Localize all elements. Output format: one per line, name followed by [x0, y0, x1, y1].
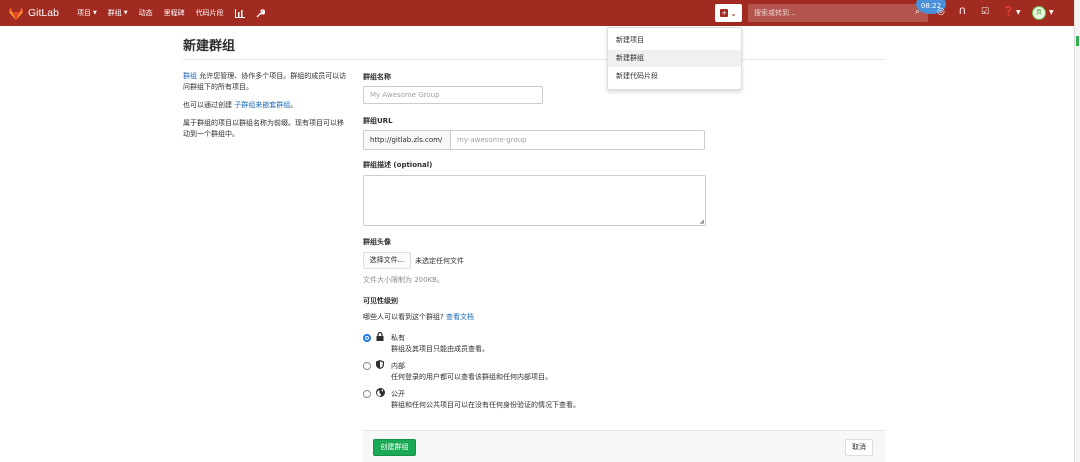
visibility-private-title: 私有 [391, 334, 405, 342]
nav-milestones[interactable]: 里程碑 [164, 8, 185, 18]
group-name-label: 群组名称 [363, 73, 391, 81]
menu-item-new-snippet[interactable]: 新建代码片段 [608, 68, 741, 85]
brand-name: GitLab [28, 7, 59, 19]
group-avatar-label: 群组头像 [363, 238, 391, 246]
visibility-private-radio[interactable] [363, 334, 371, 342]
nav-projects-label: 项目 [76, 9, 91, 17]
subgroups-link[interactable]: 子群组来嵌套群组 [234, 101, 290, 109]
help-paragraph-2: 也可以通过创建 子群组来嵌套群组。 [183, 100, 348, 111]
visibility-label: 可见性级别 [363, 297, 398, 305]
chevron-down-icon: ▼ [92, 10, 97, 16]
group-description-label: 群组描述 (optional) [363, 161, 433, 169]
docs-link[interactable]: 查看文档 [446, 313, 474, 321]
group-path-input[interactable]: my-awesome-group [450, 130, 705, 150]
menu-item-new-project[interactable]: 新建项目 [608, 32, 741, 49]
visibility-public-radio[interactable] [363, 390, 371, 398]
visibility-public-desc: 群组和任何公共项目可以在没有任何身份验证的情况下查看。 [391, 401, 580, 409]
avatar[interactable]: 页 [1032, 6, 1046, 20]
title-divider [183, 59, 885, 60]
visibility-internal-radio[interactable] [363, 362, 371, 370]
todo-icon[interactable]: ☑ [981, 7, 989, 17]
wrench-icon[interactable] [256, 8, 265, 18]
chevron-down-icon: ▼ [123, 10, 128, 16]
file-status: 未选定任何文件 [415, 257, 464, 265]
form-actions: 创建群组 取消 [363, 430, 885, 462]
visibility-question-text: 哪些人可以看到这个群组? [363, 313, 444, 321]
plus-icon: + [720, 9, 729, 17]
nav-activity[interactable]: 动态 [139, 8, 153, 18]
visibility-internal-title: 内部 [391, 362, 405, 370]
help-icon[interactable]: ❓ [1003, 7, 1014, 17]
url-prefix: http://gitlab.zls.com/ [363, 130, 450, 150]
help-text-2: 也可以通过创建 [183, 101, 232, 109]
help-paragraph-1: 群组 允许您管理、协作多个项目。群组的成员可以访问群组下的所有项目。 [183, 71, 348, 93]
help-paragraph-3: 属于群组的项目以群组名称为前缀。现有项目可以移动到一个群组中。 [183, 119, 344, 138]
resize-handle-icon[interactable]: ◢ [699, 218, 704, 225]
chart-icon[interactable] [234, 8, 245, 18]
file-size-hint: 文件大小限制为 200KB。 [363, 276, 444, 284]
visibility-public-title: 公开 [391, 390, 405, 398]
chevron-down-icon: ▼ [1016, 9, 1021, 16]
chevron-down-icon: ▼ [1049, 9, 1054, 16]
page-title: 新建群组 [183, 39, 236, 54]
new-dropdown-button[interactable]: + ⌄ [715, 4, 742, 22]
tanuki-icon [9, 6, 23, 20]
help-text-1: 允许您管理、协作多个项目。群组的成员可以访问群组下的所有项目。 [183, 72, 347, 91]
visibility-internal-desc: 任何登录的用户都可以查看该群组和任何内部项目。 [391, 373, 552, 381]
cancel-button[interactable]: 取消 [845, 439, 873, 456]
lock-icon [376, 331, 384, 343]
groups-link[interactable]: 群组 [183, 72, 197, 80]
visibility-private-desc: 群组及其项目只能由成员查看。 [391, 345, 489, 353]
group-url-label: 群组URL [363, 117, 393, 125]
menu-item-new-group[interactable]: 新建群组 [608, 50, 741, 67]
create-group-button[interactable]: 创建群组 [373, 439, 416, 456]
help-text-2-end: 。 [290, 101, 298, 109]
nav-snippets[interactable]: 代码片段 [196, 8, 224, 18]
group-description-textarea[interactable]: ◢ [363, 175, 706, 226]
search-input[interactable]: 搜索或转到... [748, 4, 928, 22]
shield-icon [376, 360, 384, 371]
visibility-question: 哪些人可以看到这个群组? 查看文档 [363, 312, 474, 322]
right-scrollbar[interactable] [1074, 0, 1080, 462]
nav-groups[interactable]: 群组 ▼ [108, 8, 128, 18]
search-icon[interactable]: ⌕ [915, 7, 920, 17]
issues-icon[interactable]: ◎ [937, 7, 945, 17]
gitlab-logo[interactable]: GitLab [9, 6, 59, 20]
scroll-indicator [1076, 36, 1079, 46]
choose-file-button[interactable]: 选择文件... [363, 252, 411, 269]
group-name-input[interactable]: My Awesome Group [363, 86, 543, 104]
new-dropdown-menu: 新建项目 新建群组 新建代码片段 [607, 27, 742, 90]
nav-groups-label: 群组 [107, 9, 122, 17]
help-panel: 群组 允许您管理、协作多个项目。群组的成员可以访问群组下的所有项目。 也可以通过… [183, 71, 348, 147]
nav-projects[interactable]: 项目 ▼ [77, 8, 97, 18]
chevron-down-icon: ⌄ [730, 8, 737, 18]
globe-icon [376, 388, 385, 399]
merge-request-icon[interactable]: ᑎ [959, 7, 966, 17]
